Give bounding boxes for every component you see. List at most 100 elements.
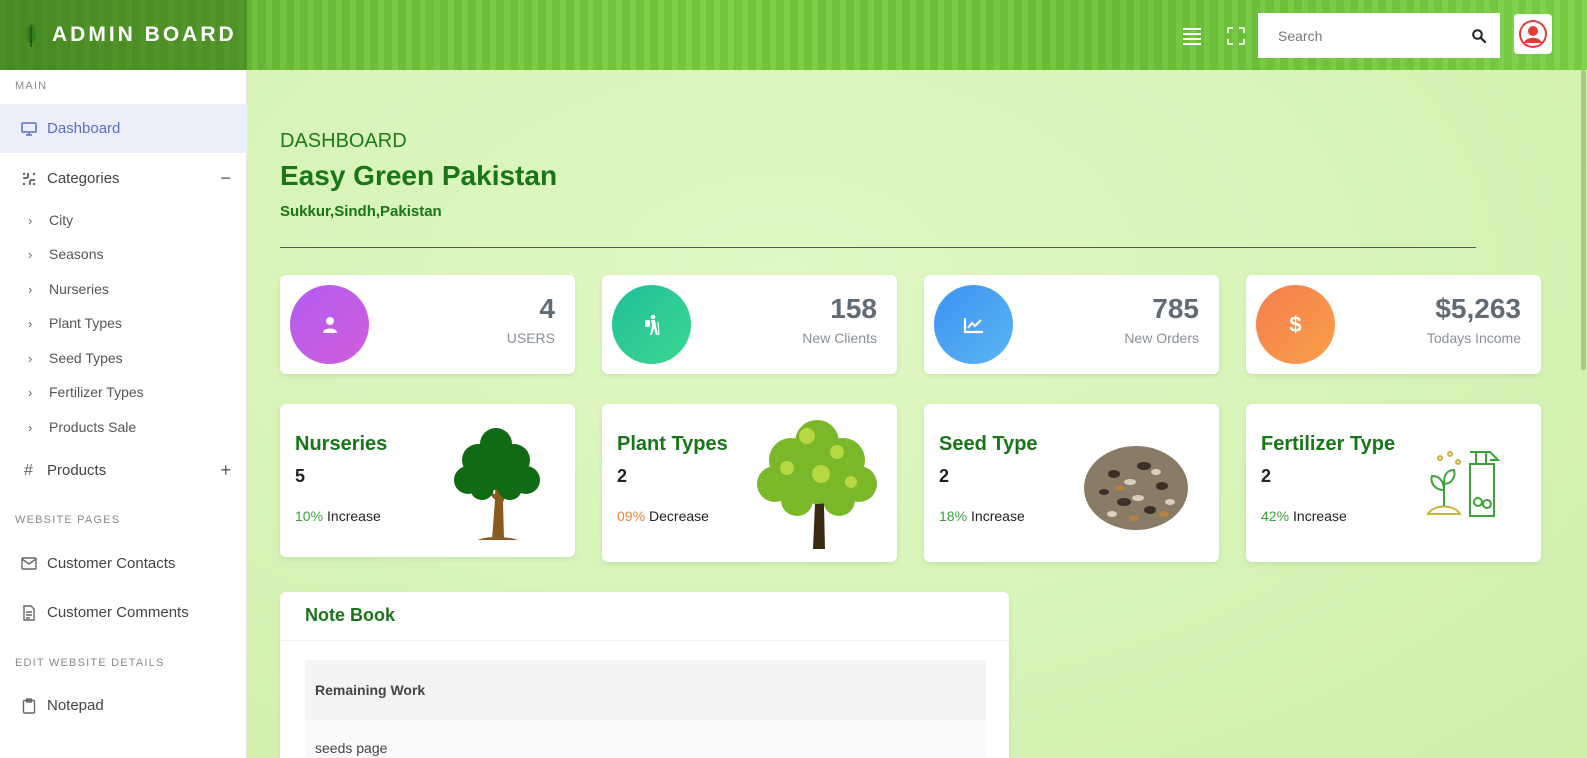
scrollbar-thumb[interactable]: [1581, 70, 1586, 370]
stat-card-new-orders[interactable]: 785 New Orders: [924, 275, 1219, 374]
chevron-right-icon: ›: [28, 246, 33, 262]
sidebar-subitem-label: Nurseries: [49, 281, 109, 297]
sidebar-item-dashboard[interactable]: Dashboard: [0, 104, 247, 153]
trend-percent: 18%: [939, 508, 968, 524]
stat-label: New Clients: [802, 330, 877, 346]
section-label-main: MAIN: [15, 80, 48, 92]
leaf-logo-icon: [26, 23, 36, 47]
info-card-plant-types[interactable]: Plant Types 2 09% Decrease: [602, 404, 897, 562]
stat-value: 4: [539, 293, 555, 324]
sidebar-subitem-label: Seed Types: [49, 350, 123, 366]
search-input[interactable]: [1278, 27, 1472, 44]
info-card-count: 2: [617, 466, 628, 486]
hamburger-menu-icon[interactable]: [1183, 28, 1201, 45]
section-label-website-pages: WEBSITE PAGES: [15, 514, 121, 526]
stat-value: 785: [1152, 293, 1199, 324]
sidebar-subitem-label: Fertilizer Types: [49, 384, 144, 400]
stat-label: New Orders: [1124, 330, 1199, 346]
sidebar-item-customer-comments[interactable]: Customer Comments: [0, 588, 247, 637]
sidebar-item-customer-contacts[interactable]: Customer Contacts: [0, 539, 247, 588]
info-card-title: Fertilizer Type: [1261, 433, 1396, 455]
info-card-count: 2: [1261, 466, 1272, 486]
trend-percent: 10%: [295, 508, 324, 524]
sidebar-item-label: Dashboard: [47, 120, 121, 137]
mail-icon: [20, 555, 37, 572]
info-card-trend: 18% Increase: [939, 508, 1025, 524]
slack-icon: [20, 170, 37, 187]
user-icon: [290, 285, 369, 364]
sidebar-subitem-seed-types[interactable]: › Seed Types: [0, 341, 247, 375]
stat-card-todays-income[interactable]: $ $5,263 Todays Income: [1246, 275, 1541, 374]
trend-label: Increase: [971, 508, 1025, 524]
sidebar-subitem-label: Plant Types: [49, 315, 122, 331]
chevron-right-icon: ›: [28, 212, 33, 228]
info-card-title: Plant Types: [617, 433, 728, 455]
sidebar-item-categories[interactable]: Categories −: [0, 154, 247, 203]
sidebar-item-label: Categories: [47, 170, 120, 187]
collapse-toggle[interactable]: −: [220, 168, 231, 189]
stat-card-new-clients[interactable]: 158 New Clients: [602, 275, 897, 374]
tree-icon: [757, 420, 877, 549]
page-subtitle: Sukkur,Sindh,Pakistan: [280, 203, 442, 220]
trend-label: Decrease: [649, 508, 709, 524]
seeds-icon: [1084, 446, 1188, 530]
info-card-nurseries[interactable]: Nurseries 5 10% Increase: [280, 404, 575, 557]
section-label-edit-website-details: EDIT WEBSITE DETAILS: [15, 657, 165, 669]
avatar-icon: [1519, 20, 1547, 48]
info-card-title: Nurseries: [295, 433, 388, 455]
divider: [280, 247, 1476, 248]
clipboard-icon: [20, 697, 37, 714]
sidebar-subitem-nurseries[interactable]: › Nurseries: [0, 272, 247, 306]
trend-label: Increase: [327, 508, 381, 524]
hash-icon: #: [24, 461, 33, 479]
info-card-count: 5: [295, 466, 306, 486]
stat-label: USERS: [506, 330, 555, 346]
sidebar-item-products[interactable]: # Products +: [0, 446, 247, 495]
chevron-right-icon: ›: [28, 384, 33, 400]
info-card-trend: 09% Decrease: [617, 508, 709, 524]
divider: [280, 640, 1009, 641]
sidebar-subitem-seasons[interactable]: › Seasons: [0, 237, 247, 271]
main-content: DASHBOARD Easy Green Pakistan Sukkur,Sin…: [247, 70, 1587, 758]
sidebar-subitem-city[interactable]: › City: [0, 203, 247, 237]
sidebar: MAIN Dashboard Categories − › City › Seaso…: [0, 70, 247, 758]
sidebar-item-notepad[interactable]: Notepad: [0, 681, 247, 730]
stat-label: Todays Income: [1426, 330, 1521, 346]
info-card-seed-type[interactable]: Seed Type 2 18% Increase: [924, 404, 1219, 562]
info-card-count: 2: [939, 466, 950, 486]
sidebar-item-label: Notepad: [47, 697, 104, 714]
trend-percent: 09%: [617, 508, 646, 524]
notebook-panel: Note Book Remaining Work seeds page: [280, 592, 1009, 758]
search-icon[interactable]: [1472, 28, 1486, 43]
page-title: Easy Green Pakistan: [280, 160, 558, 191]
sidebar-subitem-plant-types[interactable]: › Plant Types: [0, 306, 247, 340]
sidebar-subitem-fertilizer-types[interactable]: › Fertilizer Types: [0, 375, 247, 409]
chevron-right-icon: ›: [28, 419, 33, 435]
chevron-right-icon: ›: [28, 315, 33, 331]
stat-card-users[interactable]: 4 USERS: [280, 275, 575, 374]
chevron-right-icon: ›: [28, 281, 33, 297]
notebook-row[interactable]: seeds page: [305, 720, 986, 758]
brand-title: ADMIN BOARD: [52, 23, 237, 46]
expand-toggle[interactable]: +: [220, 460, 231, 481]
document-icon: [20, 604, 37, 621]
trend-percent: 42%: [1261, 508, 1290, 524]
user-avatar[interactable]: [1514, 14, 1552, 54]
trend-label: Increase: [1293, 508, 1347, 524]
sidebar-subitem-label: City: [49, 212, 74, 228]
info-card-trend: 10% Increase: [295, 508, 381, 524]
sidebar-subitem-products-sale[interactable]: › Products Sale: [0, 410, 247, 444]
tree-icon: [454, 428, 540, 540]
chevron-right-icon: ›: [28, 350, 33, 366]
notebook-table-header: Remaining Work: [305, 660, 986, 720]
notebook-title: Note Book: [305, 605, 395, 625]
sidebar-subitem-label: Products Sale: [49, 419, 137, 435]
info-card-fertilizer-type[interactable]: Fertilizer Type 2 42% Increase: [1246, 404, 1541, 562]
scrollbar[interactable]: [1579, 70, 1587, 758]
brand[interactable]: ADMIN BOARD: [0, 0, 247, 70]
sidebar-subitem-label: Seasons: [49, 246, 104, 262]
fertilizer-spray-icon: [1426, 451, 1501, 517]
hiker-icon: [612, 285, 691, 364]
page-kicker: DASHBOARD: [280, 130, 407, 152]
fullscreen-icon[interactable]: [1227, 27, 1245, 45]
